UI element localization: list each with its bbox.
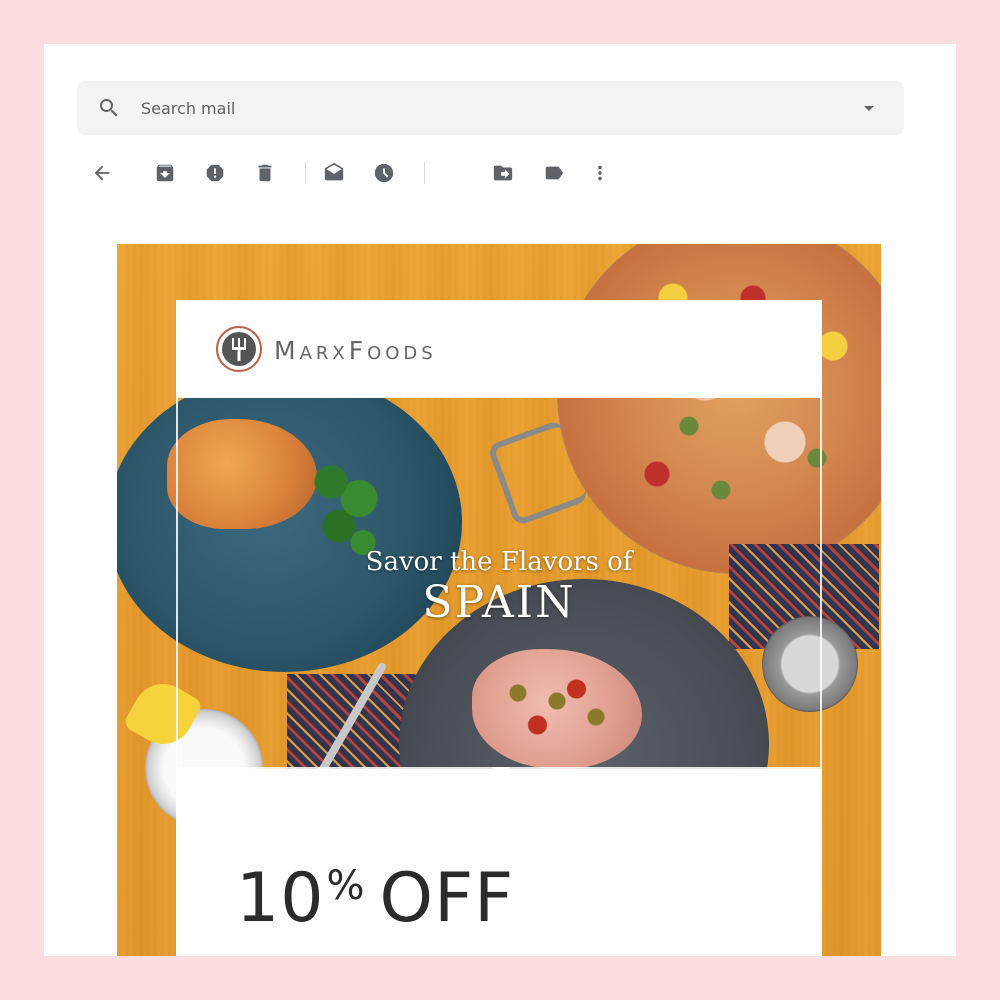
fork-logo-icon [222, 332, 256, 366]
toolbar-divider [424, 162, 425, 184]
label-button[interactable] [540, 159, 568, 187]
report-spam-icon [206, 164, 224, 182]
more-vertical-icon [598, 165, 602, 181]
move-to-button[interactable] [489, 159, 517, 187]
mark-unread-button[interactable] [320, 159, 348, 187]
delete-button[interactable] [251, 159, 279, 187]
hero-headline: Savor the Flavors of SPAIN [176, 547, 822, 628]
snooze-button[interactable] [370, 159, 398, 187]
offer-word: OFF [379, 859, 515, 938]
headline-line-1: Savor the Flavors of [365, 547, 633, 577]
toolbar-divider [305, 162, 306, 184]
search-icon[interactable] [97, 96, 121, 120]
marxfoods-logo-icon[interactable] [216, 326, 262, 372]
brand-header: MarxFoods [176, 300, 822, 398]
delete-icon [258, 164, 272, 182]
report-spam-button[interactable] [201, 159, 229, 187]
back-button[interactable] [88, 159, 116, 187]
headline-line-2: SPAIN [422, 577, 576, 628]
brand-name[interactable]: MarxFoods [274, 336, 437, 365]
back-arrow-icon [94, 165, 110, 181]
email-body: MarxFoods Savor the Flavors of SPAIN 10%… [117, 244, 881, 956]
message-toolbar [88, 157, 688, 189]
label-icon [545, 166, 564, 180]
more-options-button[interactable] [586, 159, 614, 187]
search-input[interactable] [141, 93, 821, 123]
archive-icon [156, 164, 174, 182]
card-notch [492, 767, 510, 777]
offer-percent-sign: % [326, 863, 366, 909]
move-to-folder-icon [493, 165, 513, 181]
offer-card: 10% OFF [176, 769, 822, 956]
offer-text: 10% OFF [236, 859, 514, 938]
search-options-dropdown-icon[interactable] [861, 100, 877, 116]
archive-button[interactable] [151, 159, 179, 187]
snooze-clock-icon [374, 163, 394, 183]
offer-number: 10 [236, 859, 325, 938]
mark-unread-icon [324, 162, 344, 181]
search-bar[interactable] [77, 81, 904, 135]
mail-window: MarxFoods Savor the Flavors of SPAIN 10%… [44, 44, 956, 956]
